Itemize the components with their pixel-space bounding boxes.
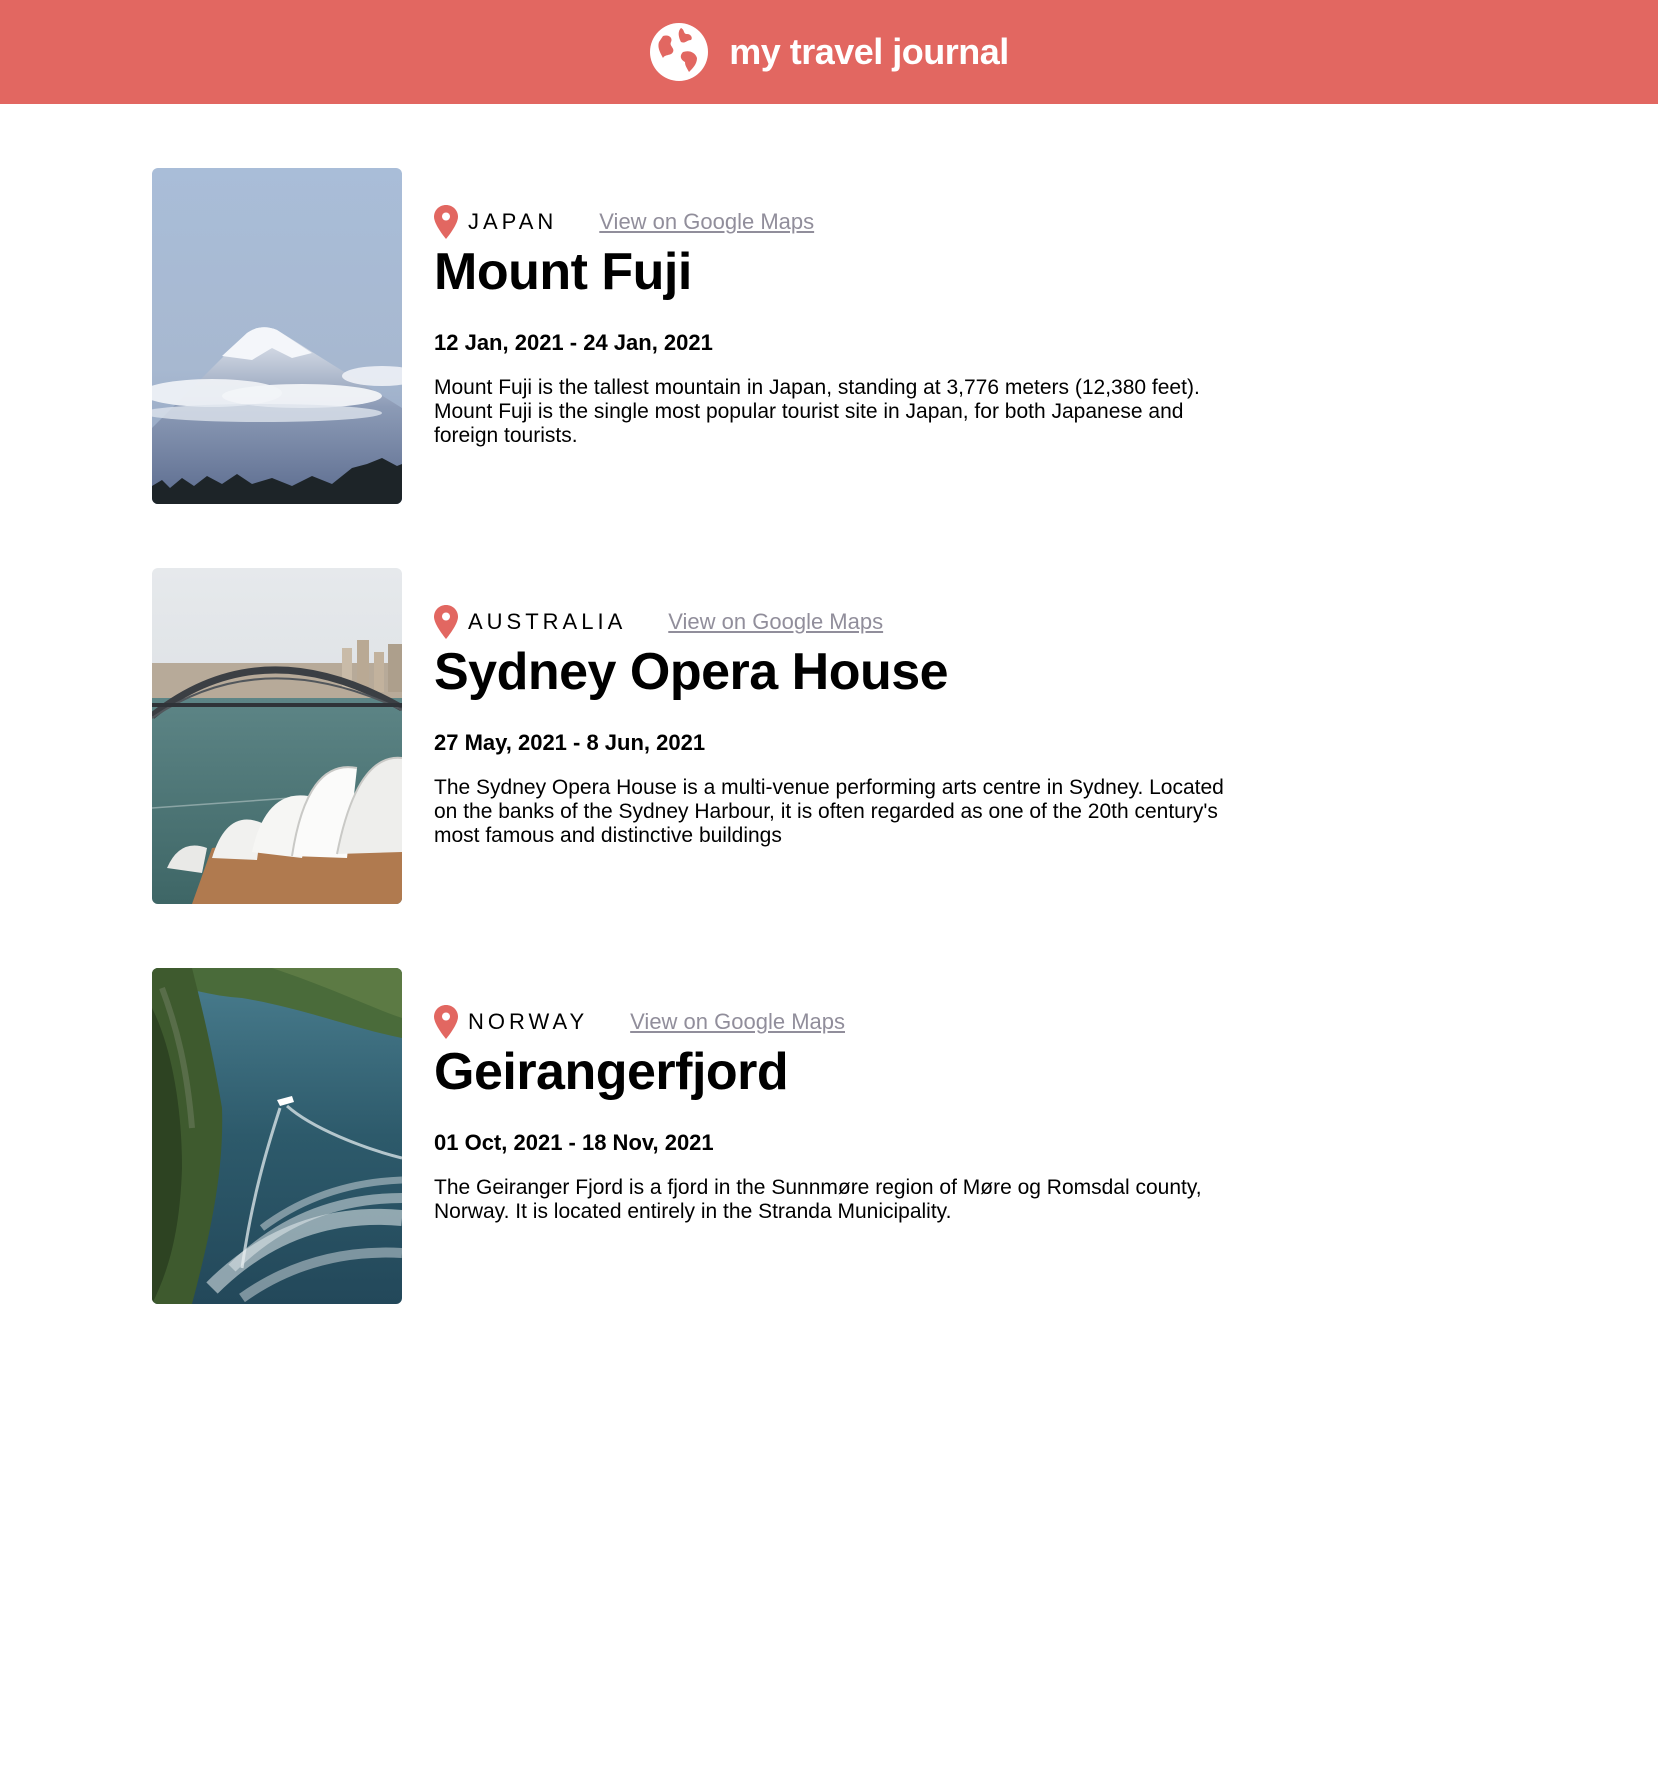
entry-country: JAPAN xyxy=(468,209,558,234)
entry-photo-mount-fuji xyxy=(152,168,402,504)
google-maps-link[interactable]: View on Google Maps xyxy=(668,609,883,635)
entry-country: NORWAY xyxy=(468,1009,589,1034)
brand-title: my travel journal xyxy=(729,31,1009,72)
entry-title: Geirangerfjord xyxy=(434,1043,789,1101)
google-maps-link[interactable]: View on Google Maps xyxy=(599,209,814,235)
entry-description: The Sydney Opera House is a multi-venue … xyxy=(434,776,1224,847)
entry-info: JAPAN View on Google Maps Mount Fuji 12 … xyxy=(434,204,1244,448)
journal-entry: AUSTRALIA View on Google Maps Sydney Ope… xyxy=(152,568,1252,904)
entry-dates: 01 Oct, 2021 - 18 Nov, 2021 xyxy=(434,1130,714,1155)
entry-info: NORWAY View on Google Maps Geirangerfjor… xyxy=(434,1004,1244,1224)
entry-photo-geirangerfjord xyxy=(152,968,402,1304)
globe-icon xyxy=(650,23,709,81)
journal-entry: JAPAN View on Google Maps Mount Fuji 12 … xyxy=(152,168,1252,504)
location-pin-icon xyxy=(434,605,458,639)
entry-description: The Geiranger Fjord is a fjord in the Su… xyxy=(434,1176,1202,1223)
location-row: AUSTRALIA View on Google Maps xyxy=(434,604,1244,640)
location-pin-icon xyxy=(434,1005,458,1039)
location-row: NORWAY View on Google Maps xyxy=(434,1004,1244,1040)
entry-photo-sydney-opera-house xyxy=(152,568,402,904)
brand-group: my travel journal xyxy=(649,22,1009,82)
entry-dates: 27 May, 2021 - 8 Jun, 2021 xyxy=(434,730,706,755)
entry-country: AUSTRALIA xyxy=(468,609,627,634)
entry-dates: 12 Jan, 2021 - 24 Jan, 2021 xyxy=(434,330,713,355)
entry-title: Mount Fuji xyxy=(434,243,692,301)
entry-title: Sydney Opera House xyxy=(434,643,949,701)
google-maps-link[interactable]: View on Google Maps xyxy=(630,1009,845,1035)
location-row: JAPAN View on Google Maps xyxy=(434,204,1244,240)
journal-entry: NORWAY View on Google Maps Geirangerfjor… xyxy=(152,968,1252,1304)
app-header: my travel journal xyxy=(0,0,1658,104)
entry-info: AUSTRALIA View on Google Maps Sydney Ope… xyxy=(434,604,1244,848)
location-pin-icon xyxy=(434,205,458,239)
entry-description: Mount Fuji is the tallest mountain in Ja… xyxy=(434,376,1200,447)
